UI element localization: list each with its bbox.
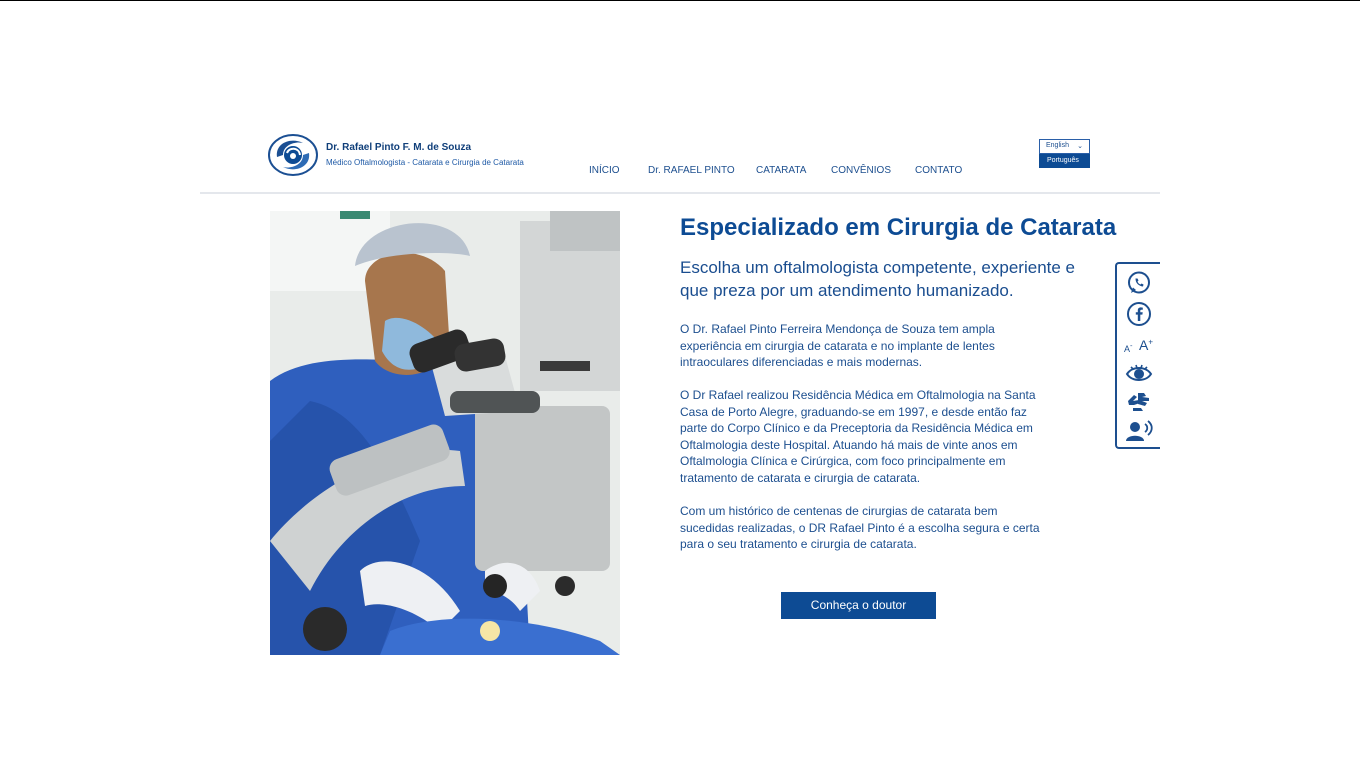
font-decrease-button[interactable]: A- [1124,341,1133,354]
screen-reader-icon[interactable] [1125,418,1153,444]
font-increase-letter: A [1139,337,1149,353]
nav-convenios[interactable]: CONVÊNIOS [831,165,891,176]
facebook-icon[interactable] [1125,301,1153,327]
font-increase-button[interactable]: A+ [1139,337,1153,353]
brand-name: Dr. Rafael Pinto F. M. de Souza [326,142,472,153]
language-select[interactable]: English ⌄ [1039,139,1090,154]
page-title: Especializado em Cirurgia de Catarata [680,214,1117,241]
paragraph-intro: O Dr. Rafael Pinto Ferreira Mendonça de … [680,322,995,370]
chevron-down-icon: ⌄ [1077,143,1083,150]
logo[interactable] [267,133,319,177]
language-option-portugues[interactable]: Português [1039,154,1090,168]
sign-language-icon[interactable] [1125,388,1153,414]
font-size-controls: A- A+ [1123,336,1157,356]
contrast-eye-icon[interactable] [1125,361,1153,387]
whatsapp-icon[interactable] [1125,270,1153,296]
accessibility-toolbar: A- A+ [1115,262,1160,449]
nav-catarata[interactable]: CATARATA [756,165,806,176]
language-selector: English ⌄ Português [1039,139,1090,168]
font-increase-sign: + [1148,337,1154,347]
paragraph-history: Com um histórico de centenas de cirurgia… [680,504,1040,552]
subheadline: Escolha um oftalmologista competente, ex… [680,258,1076,300]
nav-dr-rafael-pinto[interactable]: Dr. RAFAEL PINTO [648,165,735,176]
paragraph-residency: O Dr Rafael realizou Residência Médica e… [680,388,1036,485]
surgeon-photo [270,211,620,655]
brand-subtitle: Médico Oftalmologista - Catarata e Cirur… [326,158,524,167]
header-divider [200,192,1160,194]
language-selected: English [1046,142,1069,149]
nav-contato[interactable]: CONTATO [915,165,962,176]
meet-doctor-button[interactable]: Conheça o doutor [781,592,936,619]
nav-inicio[interactable]: INÍCIO [589,165,620,176]
top-border [0,0,1360,1]
font-decrease-sign: - [1130,341,1133,350]
